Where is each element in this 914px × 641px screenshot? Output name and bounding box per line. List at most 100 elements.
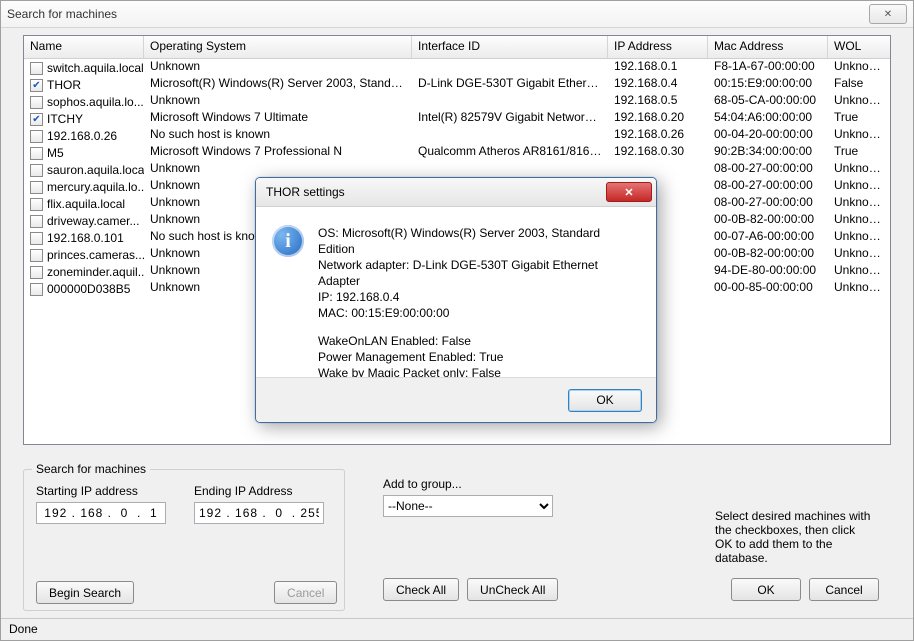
add-group-label: Add to group... (383, 477, 553, 491)
row-checkbox[interactable]: ✔ (30, 79, 43, 92)
row-checkbox[interactable] (30, 266, 43, 279)
row-name-text: driveway.camer... (47, 214, 139, 228)
add-group-select[interactable]: --None-- (383, 495, 553, 517)
row-checkbox[interactable]: ✔ (30, 113, 43, 126)
table-row[interactable]: 192.168.0.26No such host is known192.168… (24, 127, 890, 144)
dialog-line-ip: IP: 192.168.0.4 (318, 289, 640, 305)
row-name-text: ITCHY (47, 112, 83, 126)
start-ip-input[interactable] (36, 502, 166, 524)
row-name-text: zoneminder.aquil... (47, 265, 144, 279)
check-all-button[interactable]: Check All (383, 578, 459, 601)
cell-name: ✔ ITCHY (24, 110, 144, 127)
row-name-text: flix.aquila.local (47, 197, 125, 211)
col-header-name[interactable]: Name (24, 36, 144, 58)
cell-wol: True (828, 144, 890, 161)
row-checkbox[interactable] (30, 62, 43, 75)
cell-wol: False (828, 76, 890, 93)
cell-ip (608, 161, 708, 178)
cell-name: flix.aquila.local (24, 195, 144, 212)
cell-wol: Unknown (828, 59, 890, 76)
row-name-text: 000000D038B5 (47, 282, 130, 296)
dialog-titlebar: THOR settings ✕ (256, 178, 656, 207)
uncheck-all-button[interactable]: UnCheck All (467, 578, 558, 601)
begin-search-button[interactable]: Begin Search (36, 581, 134, 604)
dialog-line-mac: MAC: 00:15:E9:00:00:00 (318, 305, 640, 321)
cell-mac: 00-0B-82-00:00:00 (708, 212, 828, 229)
info-icon: i (272, 225, 304, 257)
col-header-ip[interactable]: IP Address (608, 36, 708, 58)
end-ip-input[interactable] (194, 502, 324, 524)
row-checkbox[interactable] (30, 215, 43, 228)
row-name-text: THOR (47, 78, 81, 92)
ok-button[interactable]: OK (731, 578, 801, 601)
row-checkbox[interactable] (30, 130, 43, 143)
row-checkbox[interactable] (30, 96, 43, 109)
dialog-line-net: Network adapter: D-Link DGE-530T Gigabit… (318, 257, 640, 289)
cell-mac: 00-00-85-00:00:00 (708, 280, 828, 297)
col-header-iface[interactable]: Interface ID (412, 36, 608, 58)
cancel-search-button[interactable]: Cancel (274, 581, 337, 604)
window-close-button[interactable]: ✕ (869, 4, 907, 24)
dialog-close-button[interactable]: ✕ (606, 182, 652, 202)
table-row[interactable]: ✔ THOR Microsoft(R) Windows(R) Server 2003… (24, 76, 890, 93)
start-ip-label: Starting IP address (36, 484, 166, 498)
status-text: Done (9, 622, 38, 636)
table-row[interactable]: sophos.aquila.lo...Unknown192.168.0.568-… (24, 93, 890, 110)
cell-iface (412, 127, 608, 144)
cell-iface (412, 93, 608, 110)
cell-os: Microsoft Windows 7 Professional N (144, 144, 412, 161)
cancel-button[interactable]: Cancel (809, 578, 879, 601)
cell-os: Microsoft(R) Windows(R) Server 2003, Sta… (144, 76, 412, 93)
row-checkbox[interactable] (30, 232, 43, 245)
dialog-line-pm: Power Management Enabled: True (318, 349, 640, 365)
table-row[interactable]: ✔ITCHYMicrosoft Windows 7 UltimateIntel(… (24, 110, 890, 127)
bottom-panel: Search for machines Starting IP address … (23, 459, 891, 619)
col-header-mac[interactable]: Mac Address (708, 36, 828, 58)
col-header-os[interactable]: Operating System (144, 36, 412, 58)
row-name-text: sophos.aquila.lo... (47, 95, 144, 109)
table-row[interactable]: switch.aquila.localUnknown192.168.0.1F8-… (24, 59, 890, 76)
cell-wol: Unknown (828, 263, 890, 280)
cell-mac: 68-05-CA-00:00:00 (708, 93, 828, 110)
cell-mac: 00-0B-82-00:00:00 (708, 246, 828, 263)
col-header-wol[interactable]: WOL (828, 36, 890, 58)
cell-os: Unknown (144, 93, 412, 110)
cell-ip: 192.168.0.26 (608, 127, 708, 144)
cell-mac: 90:2B:34:00:00:00 (708, 144, 828, 161)
cell-mac: 00:15:E9:00:00:00 (708, 76, 828, 93)
row-checkbox[interactable] (30, 249, 43, 262)
cell-name: mercury.aquila.lo... (24, 178, 144, 195)
search-legend: Search for machines (32, 462, 150, 476)
close-icon: ✕ (884, 9, 892, 20)
cell-ip: 192.168.0.20 (608, 110, 708, 127)
thor-settings-dialog: THOR settings ✕ i OS: Microsoft(R) Windo… (255, 177, 657, 423)
cell-name: sauron.aquila.local (24, 161, 144, 178)
table-row[interactable]: M5Microsoft Windows 7 Professional NQual… (24, 144, 890, 161)
row-checkbox[interactable] (30, 181, 43, 194)
row-checkbox[interactable] (30, 147, 43, 160)
cell-wol: Unknown (828, 178, 890, 195)
status-bar: Done (1, 618, 913, 640)
cell-wol: Unknown (828, 195, 890, 212)
dialog-title: THOR settings (266, 185, 606, 199)
row-checkbox[interactable] (30, 164, 43, 177)
cell-name: zoneminder.aquil... (24, 263, 144, 280)
cell-mac: 08-00-27-00:00:00 (708, 178, 828, 195)
cell-name: driveway.camer... (24, 212, 144, 229)
cell-wol: Unknown (828, 93, 890, 110)
row-checkbox[interactable] (30, 283, 43, 296)
cell-name: M5 (24, 144, 144, 161)
grid-header: Name Operating System Interface ID IP Ad… (24, 36, 890, 59)
cell-iface (412, 59, 608, 76)
cell-os: Unknown (144, 161, 412, 178)
row-name-text: 192.168.0.26 (47, 129, 117, 143)
cell-name: 192.168.0.26 (24, 127, 144, 144)
cell-os: Unknown (144, 59, 412, 76)
dialog-ok-button[interactable]: OK (568, 389, 642, 412)
cell-name: switch.aquila.local (24, 59, 144, 76)
row-name-text: 192.168.0.101 (47, 231, 124, 245)
table-row[interactable]: sauron.aquila.localUnknown08-00-27-00:00… (24, 161, 890, 178)
cell-wol: Unknown (828, 280, 890, 297)
row-name-text: sauron.aquila.local (47, 163, 144, 177)
row-checkbox[interactable] (30, 198, 43, 211)
